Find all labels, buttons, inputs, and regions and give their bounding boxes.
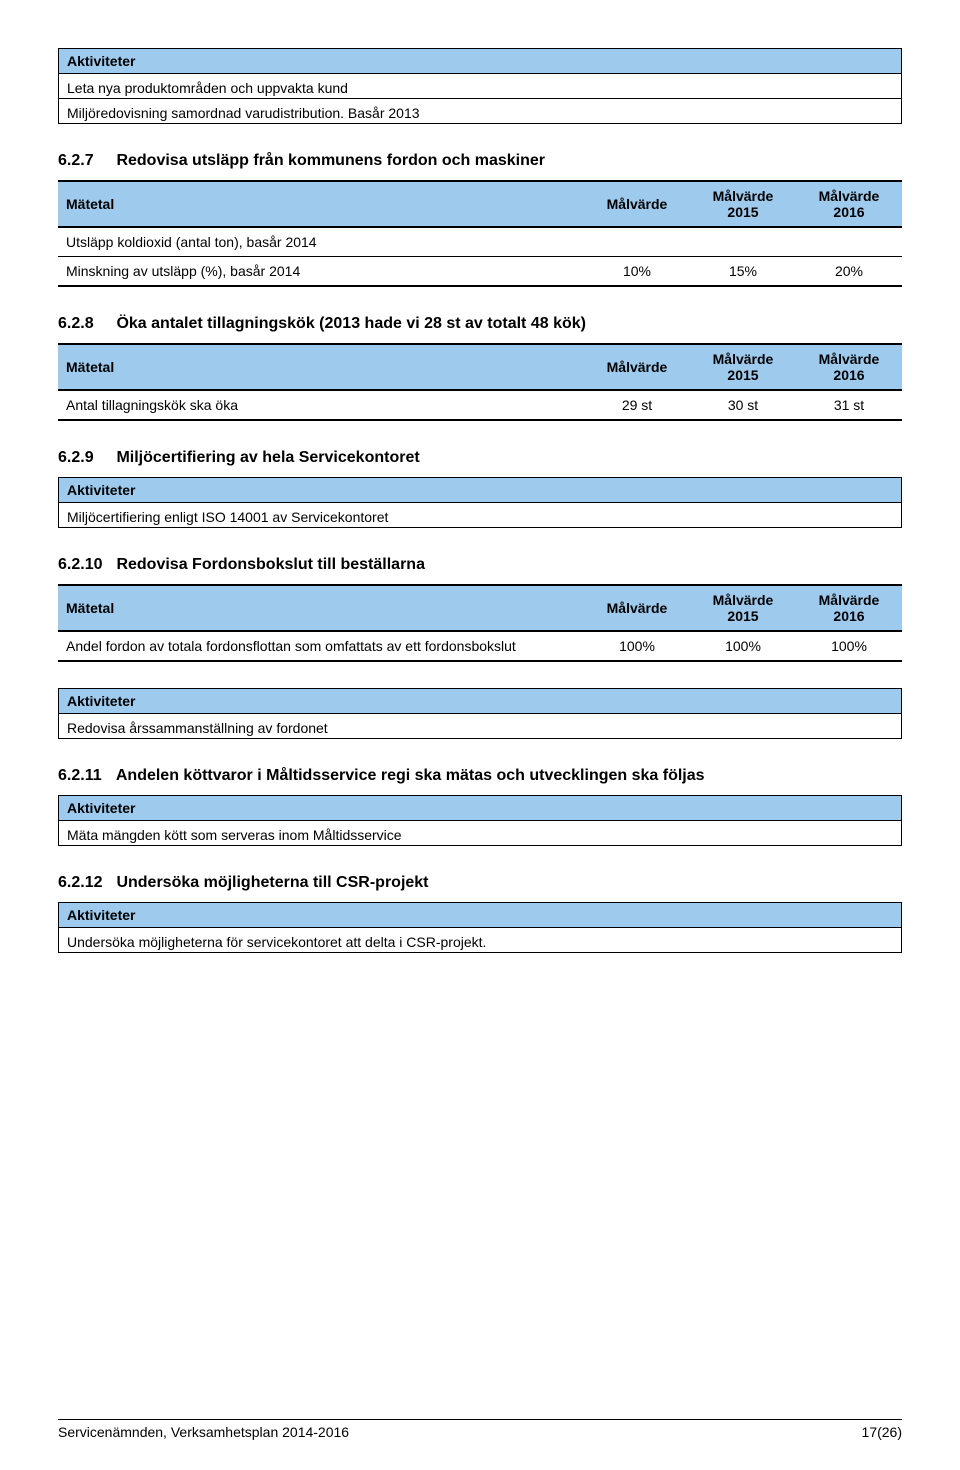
section-title: Öka antalet tillagningskök (2013 hade vi… xyxy=(116,315,586,332)
activity-block-629: Aktiviteter Miljöcertifiering enligt ISO… xyxy=(58,477,902,528)
cell-value: 20% xyxy=(796,257,902,287)
table-row: Andel fordon av totala fordonsflottan so… xyxy=(58,631,902,661)
cell-value: 100% xyxy=(796,631,902,661)
cell-label: Antal tillagningskök ska öka xyxy=(58,390,584,420)
section-number: 6.2.8 xyxy=(58,315,112,333)
activity-block-6210: Aktiviteter Redovisa årssammanställning … xyxy=(58,688,902,739)
col-matetal: Mätetal xyxy=(58,344,584,390)
section-title: Undersöka möjligheterna till CSR-projekt xyxy=(116,874,428,891)
cell-label: Andel fordon av totala fordonsflottan so… xyxy=(58,631,584,661)
table-row: Utsläpp koldioxid (antal ton), basår 201… xyxy=(58,227,902,257)
section-number: 6.2.10 xyxy=(58,556,112,574)
activity-line: Mäta mängden kött som serveras inom Målt… xyxy=(59,821,901,845)
page-footer: Servicenämnden, Verksamhetsplan 2014-201… xyxy=(58,1419,902,1440)
section-number: 6.2.9 xyxy=(58,449,112,467)
cell-value: 100% xyxy=(584,631,690,661)
section-title: Andelen köttvaror i Måltidsservice regi … xyxy=(116,767,705,784)
cell-label: Minskning av utsläpp (%), basår 2014 xyxy=(58,257,584,287)
col-malvarde-2015: Målvärde 2015 xyxy=(690,585,796,631)
section-heading-627: 6.2.7 Redovisa utsläpp från kommunens fo… xyxy=(58,152,902,170)
table-row: Antal tillagningskök ska öka 29 st 30 st… xyxy=(58,390,902,420)
activity-line: Miljöredovisning samordnad varudistribut… xyxy=(59,99,901,123)
col-matetal: Mätetal xyxy=(58,181,584,227)
col-malvarde-2016: Målvärde 2016 xyxy=(796,344,902,390)
footer-left: Servicenämnden, Verksamhetsplan 2014-201… xyxy=(58,1424,349,1440)
activity-line: Redovisa årssammanställning av fordonet xyxy=(59,714,901,738)
section-title: Miljöcertifiering av hela Servicekontore… xyxy=(116,449,419,466)
section-title: Redovisa utsläpp från kommunens fordon o… xyxy=(116,152,545,169)
cell-value: 100% xyxy=(690,631,796,661)
cell-value: 31 st xyxy=(796,390,902,420)
col-malvarde: Målvärde xyxy=(584,181,690,227)
metrics-table-628: Mätetal Målvärde Målvärde 2015 Målvärde … xyxy=(58,343,902,421)
aktiviteter-header: Aktiviteter xyxy=(58,688,902,714)
aktiviteter-header: Aktiviteter xyxy=(58,795,902,821)
section-title: Redovisa Fordonsbokslut till beställarna xyxy=(116,556,425,573)
metrics-table-6210: Mätetal Målvärde Målvärde 2015 Målvärde … xyxy=(58,584,902,662)
activity-list: Mäta mängden kött som serveras inom Målt… xyxy=(58,821,902,846)
cell-value: 29 st xyxy=(584,390,690,420)
section-heading-6211: 6.2.11 Andelen köttvaror i Måltidsservic… xyxy=(58,767,902,785)
section-number: 6.2.11 xyxy=(58,767,112,785)
activity-block-6212: Aktiviteter Undersöka möjligheterna för … xyxy=(58,902,902,953)
col-malvarde-2016: Målvärde 2016 xyxy=(796,585,902,631)
cell-value xyxy=(690,227,796,257)
col-matetal: Mätetal xyxy=(58,585,584,631)
activity-line: Undersöka möjligheterna för servicekonto… xyxy=(59,928,901,952)
section-heading-629: 6.2.9 Miljöcertifiering av hela Servicek… xyxy=(58,449,902,467)
cell-label: Utsläpp koldioxid (antal ton), basår 201… xyxy=(58,227,584,257)
activity-list: Leta nya produktområden och uppvakta kun… xyxy=(58,74,902,124)
activity-list: Miljöcertifiering enligt ISO 14001 av Se… xyxy=(58,503,902,528)
activity-block-6211: Aktiviteter Mäta mängden kött som server… xyxy=(58,795,902,846)
col-malvarde-2015: Målvärde 2015 xyxy=(690,181,796,227)
col-malvarde: Målvärde xyxy=(584,585,690,631)
metrics-table-627: Mätetal Målvärde Målvärde 2015 Målvärde … xyxy=(58,180,902,287)
col-malvarde-2015: Målvärde 2015 xyxy=(690,344,796,390)
activity-line: Miljöcertifiering enligt ISO 14001 av Se… xyxy=(59,503,901,527)
activity-list: Redovisa årssammanställning av fordonet xyxy=(58,714,902,739)
activity-block-intro: Aktiviteter Leta nya produktområden och … xyxy=(58,48,902,124)
activity-line: Leta nya produktområden och uppvakta kun… xyxy=(59,74,901,99)
aktiviteter-header: Aktiviteter xyxy=(58,48,902,74)
section-heading-6210: 6.2.10 Redovisa Fordonsbokslut till best… xyxy=(58,556,902,574)
cell-value xyxy=(584,227,690,257)
activity-list: Undersöka möjligheterna för servicekonto… xyxy=(58,928,902,953)
cell-value: 10% xyxy=(584,257,690,287)
section-number: 6.2.12 xyxy=(58,874,112,892)
section-heading-628: 6.2.8 Öka antalet tillagningskök (2013 h… xyxy=(58,315,902,333)
cell-value: 15% xyxy=(690,257,796,287)
cell-value xyxy=(796,227,902,257)
section-number: 6.2.7 xyxy=(58,152,112,170)
cell-value: 30 st xyxy=(690,390,796,420)
footer-right: 17(26) xyxy=(862,1424,902,1440)
table-row: Minskning av utsläpp (%), basår 2014 10%… xyxy=(58,257,902,287)
col-malvarde-2016: Målvärde 2016 xyxy=(796,181,902,227)
aktiviteter-header: Aktiviteter xyxy=(58,902,902,928)
section-heading-6212: 6.2.12 Undersöka möjligheterna till CSR-… xyxy=(58,874,902,892)
page: Aktiviteter Leta nya produktområden och … xyxy=(0,0,960,1470)
aktiviteter-header: Aktiviteter xyxy=(58,477,902,503)
col-malvarde: Målvärde xyxy=(584,344,690,390)
